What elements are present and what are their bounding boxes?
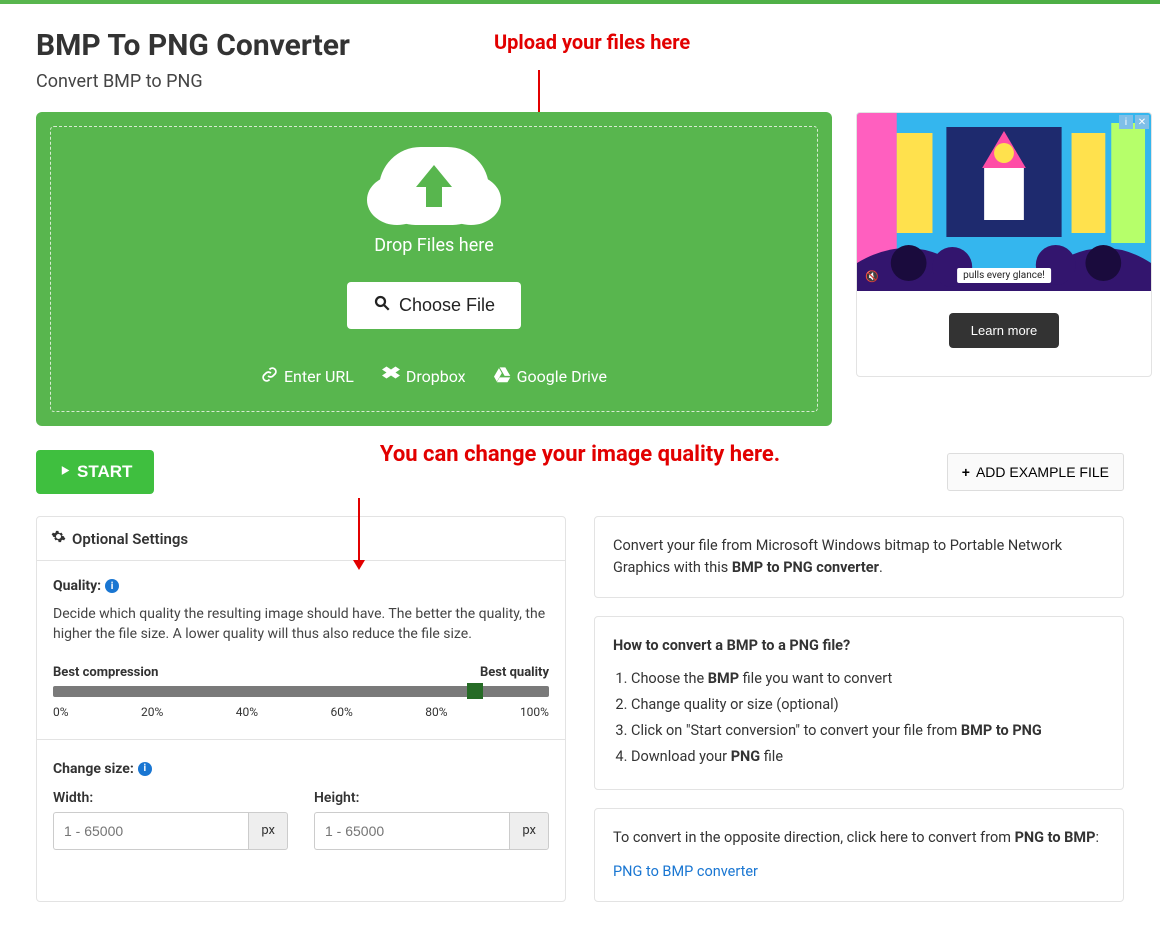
height-unit: px xyxy=(509,812,549,850)
slider-left-label: Best compression xyxy=(53,665,158,680)
dropbox-button[interactable]: Dropbox xyxy=(382,365,466,387)
annotation-quality-arrow xyxy=(358,492,360,568)
slider-thumb[interactable] xyxy=(467,683,483,699)
google-drive-button[interactable]: Google Drive xyxy=(494,365,607,387)
width-unit: px xyxy=(248,812,288,850)
quality-label: Quality: xyxy=(53,578,101,594)
optional-settings-panel: Optional Settings Quality: i Decide whic… xyxy=(36,516,566,902)
tick-3: 60% xyxy=(330,705,352,719)
tick-2: 40% xyxy=(236,705,258,719)
annotation-quality: You can change your image quality here. xyxy=(380,442,780,467)
height-input[interactable] xyxy=(314,812,509,850)
cloud-upload-icon xyxy=(379,147,489,225)
start-button[interactable]: START xyxy=(36,450,154,494)
height-label: Height: xyxy=(314,790,359,806)
source-row: Enter URL Dropbox Google Drive xyxy=(61,365,807,387)
howto-card: How to convert a BMP to a PNG file? Choo… xyxy=(594,616,1124,791)
mute-icon: 🔇 xyxy=(865,270,879,283)
google-drive-label: Google Drive xyxy=(517,367,607,386)
tick-4: 80% xyxy=(425,705,447,719)
enter-url-button[interactable]: Enter URL xyxy=(261,365,354,387)
link-icon xyxy=(261,366,278,387)
upload-dropzone[interactable]: Drop Files here Choose File Enter URL Dr… xyxy=(36,112,832,426)
info-convert-b: BMP to PNG converter xyxy=(732,559,879,576)
step-2: Change quality or size (optional) xyxy=(631,694,1105,716)
ad-card: pulls every glance! 🔇 i ✕ Learn more xyxy=(856,112,1152,426)
dropbox-icon xyxy=(382,365,400,387)
add-example-button[interactable]: + ADD EXAMPLE FILE xyxy=(947,453,1124,491)
drop-label: Drop Files here xyxy=(61,235,807,256)
step-4: Download your PNG file xyxy=(631,746,1105,768)
howto-title: How to convert a BMP to a PNG file? xyxy=(613,635,1105,657)
quality-description: Decide which quality the resulting image… xyxy=(53,604,549,645)
slider-ticks: 0% 20% 40% 60% 80% 100% xyxy=(53,705,549,719)
dropbox-label: Dropbox xyxy=(406,367,466,386)
slider-right-label: Best quality xyxy=(480,665,549,680)
quality-label-row: Quality: i xyxy=(53,578,119,594)
width-input[interactable] xyxy=(53,812,248,850)
tick-5: 100% xyxy=(520,705,549,719)
gear-icon xyxy=(51,529,66,548)
google-drive-icon xyxy=(494,366,511,387)
choose-file-button[interactable]: Choose File xyxy=(347,282,521,329)
ad-caption: pulls every glance! xyxy=(957,268,1051,283)
search-icon xyxy=(373,294,391,317)
change-size-row: Change size: i xyxy=(53,761,152,777)
optional-settings-title: Optional Settings xyxy=(72,530,188,548)
opposite-card: To convert in the opposite direction, cl… xyxy=(594,808,1124,902)
page-subtitle: Convert BMP to PNG xyxy=(36,71,1124,92)
enter-url-label: Enter URL xyxy=(284,367,354,386)
change-size-label: Change size: xyxy=(53,761,134,777)
info-convert-card: Convert your file from Microsoft Windows… xyxy=(594,516,1124,598)
info-icon[interactable]: i xyxy=(105,579,119,593)
step-3: Click on "Start conversion" to convert y… xyxy=(631,720,1105,742)
start-label: START xyxy=(77,462,132,482)
tick-1: 20% xyxy=(141,705,163,719)
step-1: Choose the BMP file you want to convert xyxy=(631,668,1105,690)
add-example-label: ADD EXAMPLE FILE xyxy=(976,464,1109,480)
play-icon xyxy=(58,462,71,482)
ad-info-icon[interactable]: i xyxy=(1119,115,1133,129)
annotation-upload: Upload your files here xyxy=(494,30,690,54)
ad-close-icon[interactable]: ✕ xyxy=(1135,115,1149,129)
width-label: Width: xyxy=(53,790,93,806)
opposite-b: PNG to BMP xyxy=(1015,829,1096,846)
quality-slider[interactable] xyxy=(53,686,549,697)
opposite-a: To convert in the opposite direction, cl… xyxy=(613,829,1015,846)
png-to-bmp-link[interactable]: PNG to BMP converter xyxy=(613,861,758,883)
ad-artwork: pulls every glance! 🔇 i ✕ xyxy=(857,113,1151,291)
choose-file-label: Choose File xyxy=(399,295,495,316)
ad-learn-more-button[interactable]: Learn more xyxy=(949,313,1059,348)
info-icon[interactable]: i xyxy=(138,762,152,776)
plus-icon: + xyxy=(962,464,970,480)
tick-0: 0% xyxy=(53,705,69,719)
